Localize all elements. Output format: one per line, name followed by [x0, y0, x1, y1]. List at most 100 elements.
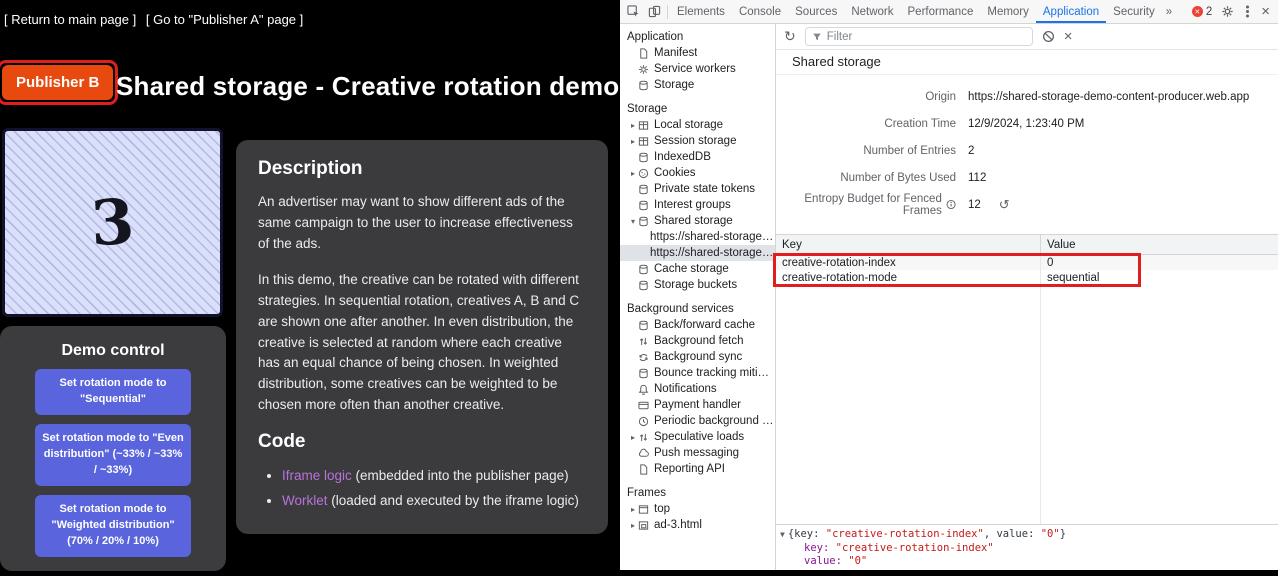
sidebar-item-background-fetch[interactable]: Background fetch: [620, 333, 775, 349]
database-icon: [638, 184, 649, 195]
code-heading: Code: [258, 431, 586, 453]
key-value-table: Key Value creative-rotation-index 0 crea…: [776, 234, 1278, 524]
expand-arrow-icon[interactable]: ▸: [628, 121, 638, 130]
tab-sources[interactable]: Sources: [788, 0, 844, 23]
settings-gear-icon[interactable]: [1221, 5, 1234, 18]
screen: [ Return to main page ] [ Go to "Publish…: [0, 0, 1278, 576]
sidebar-item-periodic-background-sync[interactable]: Periodic background s...: [620, 413, 775, 429]
page-nav: [ Return to main page ] [ Go to "Publish…: [4, 12, 309, 27]
sidebar-item-shared-storage-origin-2[interactable]: https://shared-storage-d...: [620, 245, 775, 261]
table-row[interactable]: creative-rotation-mode sequential: [776, 270, 1278, 285]
metadata-row-number-of-entries: Number of Entries 2: [776, 137, 1278, 164]
sidebar-item-push-messaging[interactable]: Push messaging: [620, 445, 775, 461]
sidebar-item-payment-handler[interactable]: Payment handler: [620, 397, 775, 413]
code-list-item: Worklet (loaded and executed by the ifra…: [282, 490, 586, 512]
collapse-arrow-icon[interactable]: ▾: [628, 217, 638, 226]
up-down-arrows-icon: [638, 432, 649, 443]
expander-icon[interactable]: ▼: [780, 528, 785, 542]
expand-arrow-icon[interactable]: ▸: [628, 521, 638, 530]
expand-arrow-icon[interactable]: ▸: [628, 505, 638, 514]
filter-funnel-icon: [812, 32, 822, 42]
delete-all-icon[interactable]: [1042, 30, 1055, 43]
expand-arrow-icon[interactable]: ▸: [628, 169, 638, 178]
tab-application[interactable]: Application: [1036, 0, 1106, 23]
error-count: 2: [1206, 6, 1212, 18]
error-icon: ✕: [1192, 6, 1203, 17]
info-icon[interactable]: [946, 199, 956, 210]
sidebar-item-manifest[interactable]: Manifest: [620, 45, 775, 61]
more-tabs-chevron[interactable]: »: [1162, 0, 1176, 23]
sidebar-item-interest-groups[interactable]: Interest groups: [620, 197, 775, 213]
expand-arrow-icon[interactable]: ▸: [628, 137, 638, 146]
sidebar-item-speculative-loads[interactable]: ▸Speculative loads: [620, 429, 775, 445]
service-workers-icon: [638, 64, 649, 75]
database-icon: [638, 368, 649, 379]
sidebar-item-background-sync[interactable]: Background sync: [620, 349, 775, 365]
sidebar-item-reporting-api[interactable]: Reporting API: [620, 461, 775, 477]
sidebar-item-frame-ad3[interactable]: ▸ad-3.html: [620, 517, 775, 533]
preview-property: key: "creative-rotation-index": [780, 542, 1274, 556]
close-devtools-icon[interactable]: ×: [1261, 4, 1270, 19]
set-weighted-distribution-button[interactable]: Set rotation mode to "Weighted distribut…: [35, 495, 191, 557]
sidebar-item-bounce-tracking-mitigations[interactable]: Bounce tracking mitiga...: [620, 365, 775, 381]
reset-budget-icon[interactable]: ↺: [999, 197, 1010, 213]
sidebar-item-shared-storage-origin-1[interactable]: https://shared-storage-d...: [620, 229, 775, 245]
sidebar-item-local-storage[interactable]: ▸Local storage: [620, 117, 775, 133]
tab-network[interactable]: Network: [844, 0, 900, 23]
delete-selected-icon[interactable]: ×: [1064, 29, 1073, 44]
sidebar-item-private-state-tokens[interactable]: Private state tokens: [620, 181, 775, 197]
description-paragraph: An advertiser may want to show different…: [258, 192, 586, 255]
database-icon: [638, 152, 649, 163]
value-column-header[interactable]: Value: [1040, 235, 1278, 254]
sidebar-item-shared-storage[interactable]: ▾Shared storage: [620, 213, 775, 229]
filter-input[interactable]: Filter: [805, 27, 1033, 46]
sidebar-item-session-storage[interactable]: ▸Session storage: [620, 133, 775, 149]
sidebar-item-cache-storage[interactable]: Cache storage: [620, 261, 775, 277]
page-title: Shared storage - Creative rotation demo: [116, 71, 619, 102]
tab-performance[interactable]: Performance: [901, 0, 981, 23]
tab-console[interactable]: Console: [732, 0, 788, 23]
credit-card-icon: [638, 400, 649, 411]
cloud-icon: [638, 448, 649, 459]
table-row[interactable]: creative-rotation-index 0: [776, 255, 1278, 270]
preview-property: value: "0": [780, 555, 1274, 569]
more-options-icon[interactable]: [1246, 10, 1249, 13]
publisher-b-button[interactable]: Publisher B: [2, 65, 113, 100]
sidebar-item-cookies[interactable]: ▸Cookies: [620, 165, 775, 181]
filter-placeholder: Filter: [827, 31, 853, 43]
worklet-link[interactable]: Worklet: [282, 493, 328, 508]
tab-security[interactable]: Security: [1106, 0, 1162, 23]
database-icon: [638, 280, 649, 291]
set-even-distribution-button[interactable]: Set rotation mode to "Even distribution"…: [35, 424, 191, 486]
sidebar-item-back-forward-cache[interactable]: Back/forward cache: [620, 317, 775, 333]
entry-preview-pane: ▼ {key: "creative-rotation-index", value…: [776, 524, 1278, 570]
sidebar-section-background-services: Background services: [620, 301, 775, 317]
tab-elements[interactable]: Elements: [670, 0, 732, 23]
console-errors-badge[interactable]: ✕ 2: [1192, 6, 1212, 18]
device-toolbar-icon[interactable]: [648, 5, 661, 18]
iframe-logic-link[interactable]: Iframe logic: [282, 468, 352, 483]
document-icon: [638, 464, 649, 475]
toolbar-separator: [667, 5, 668, 19]
set-sequential-button[interactable]: Set rotation mode to "Sequential": [35, 369, 191, 415]
sidebar-section-application: Application: [620, 29, 775, 45]
sidebar-item-storage-buckets[interactable]: Storage buckets: [620, 277, 775, 293]
refresh-icon[interactable]: ↻: [784, 28, 796, 45]
metadata-row-creation-time: Creation Time 12/9/2024, 1:23:40 PM: [776, 110, 1278, 137]
database-icon: [638, 264, 649, 275]
inspect-element-icon[interactable]: [627, 5, 640, 18]
key-column-header[interactable]: Key: [776, 239, 1040, 251]
tab-memory[interactable]: Memory: [980, 0, 1036, 23]
sidebar-item-service-workers[interactable]: Service workers: [620, 61, 775, 77]
sidebar-item-notifications[interactable]: Notifications: [620, 381, 775, 397]
return-to-main-link[interactable]: [ Return to main page ]: [4, 12, 136, 27]
sidebar-item-indexeddb[interactable]: IndexedDB: [620, 149, 775, 165]
publisher-a-link[interactable]: [ Go to "Publisher A" page ]: [146, 12, 303, 27]
devtools-tabbar: Elements Console Sources Network Perform…: [620, 0, 1278, 24]
expand-arrow-icon[interactable]: ▸: [628, 433, 638, 442]
sidebar-item-frame-top[interactable]: ▸top: [620, 501, 775, 517]
manifest-icon: [638, 48, 649, 59]
sidebar-item-storage[interactable]: Storage: [620, 77, 775, 93]
sync-icon: [638, 352, 649, 363]
creative-number: 3: [89, 185, 136, 260]
